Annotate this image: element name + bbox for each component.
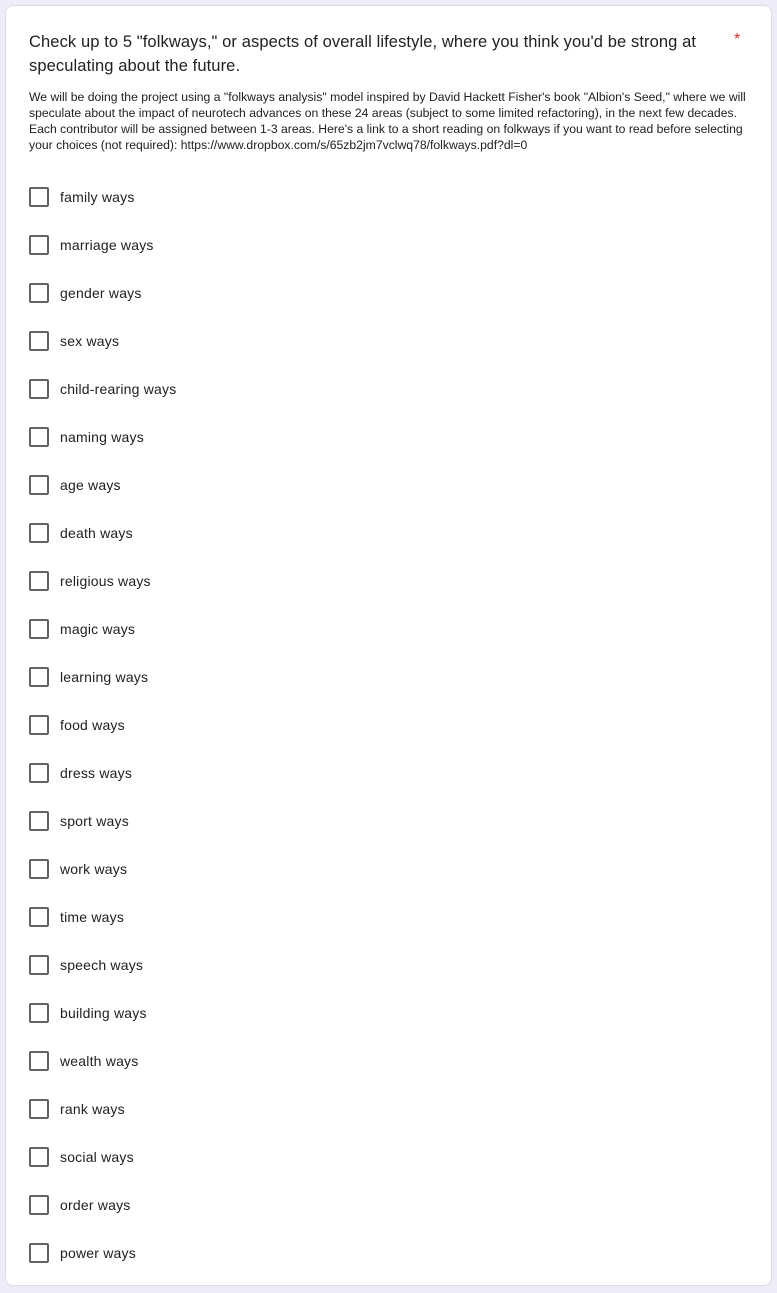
checkbox[interactable] — [29, 187, 49, 207]
checkbox-option-time-ways[interactable]: time ways — [29, 893, 749, 941]
checkbox[interactable] — [29, 379, 49, 399]
option-label: time ways — [60, 909, 125, 925]
checkbox-option-wealth-ways[interactable]: wealth ways — [29, 1037, 749, 1085]
checkbox-option-sport-ways[interactable]: sport ways — [29, 797, 749, 845]
checkbox-option-order-ways[interactable]: order ways — [29, 1181, 749, 1229]
checkbox-option-dress-ways[interactable]: dress ways — [29, 749, 749, 797]
checkbox[interactable] — [29, 1051, 49, 1071]
option-label: marriage ways — [60, 237, 154, 253]
checkbox-option-speech-ways[interactable]: speech ways — [29, 941, 749, 989]
checkbox-option-marriage-ways[interactable]: marriage ways — [29, 221, 749, 269]
option-label: wealth ways — [60, 1053, 139, 1069]
option-label: family ways — [60, 189, 135, 205]
option-label: work ways — [60, 861, 128, 877]
checkbox[interactable] — [29, 523, 49, 543]
checkbox[interactable] — [29, 955, 49, 975]
question-title: Check up to 5 "folkways," or aspects of … — [29, 33, 697, 75]
option-label: social ways — [60, 1149, 134, 1165]
option-label: learning ways — [60, 669, 149, 685]
option-label: food ways — [60, 717, 125, 733]
option-label: sex ways — [60, 333, 120, 349]
option-label: sport ways — [60, 813, 129, 829]
checkbox[interactable] — [29, 1003, 49, 1023]
required-marker: * — [734, 31, 741, 48]
checkbox-option-power-ways[interactable]: power ways — [29, 1229, 749, 1277]
checkbox-option-age-ways[interactable]: age ways — [29, 461, 749, 509]
checkbox[interactable] — [29, 1243, 49, 1263]
checkbox-option-death-ways[interactable]: death ways — [29, 509, 749, 557]
checkbox[interactable] — [29, 763, 49, 783]
checkbox-option-gender-ways[interactable]: gender ways — [29, 269, 749, 317]
checkbox-option-sex-ways[interactable]: sex ways — [29, 317, 749, 365]
option-label: power ways — [60, 1245, 136, 1261]
option-label: child-rearing ways — [60, 381, 177, 397]
option-label: order ways — [60, 1197, 131, 1213]
option-label: religious ways — [60, 573, 151, 589]
checkbox-option-child-rearing-ways[interactable]: child-rearing ways — [29, 365, 749, 413]
checkbox-options-list: family ways marriage ways gender ways se… — [29, 173, 749, 1277]
checkbox-option-magic-ways[interactable]: magic ways — [29, 605, 749, 653]
checkbox-option-learning-ways[interactable]: learning ways — [29, 653, 749, 701]
option-label: death ways — [60, 525, 133, 541]
option-label: building ways — [60, 1005, 147, 1021]
checkbox-option-food-ways[interactable]: food ways — [29, 701, 749, 749]
option-label: speech ways — [60, 957, 144, 973]
option-label: gender ways — [60, 285, 142, 301]
checkbox[interactable] — [29, 907, 49, 927]
checkbox-option-building-ways[interactable]: building ways — [29, 989, 749, 1037]
checkbox-option-family-ways[interactable]: family ways — [29, 173, 749, 221]
checkbox[interactable] — [29, 811, 49, 831]
checkbox[interactable] — [29, 283, 49, 303]
option-label: dress ways — [60, 765, 133, 781]
option-label: magic ways — [60, 621, 136, 637]
checkbox[interactable] — [29, 475, 49, 495]
checkbox-option-religious-ways[interactable]: religious ways — [29, 557, 749, 605]
checkbox[interactable] — [29, 1195, 49, 1215]
checkbox-option-rank-ways[interactable]: rank ways — [29, 1085, 749, 1133]
checkbox-option-work-ways[interactable]: work ways — [29, 845, 749, 893]
option-label: naming ways — [60, 429, 144, 445]
checkbox[interactable] — [29, 667, 49, 687]
checkbox[interactable] — [29, 1099, 49, 1119]
checkbox[interactable] — [29, 427, 49, 447]
checkbox[interactable] — [29, 859, 49, 879]
question-description: We will be doing the project using a "fo… — [29, 90, 746, 152]
checkbox[interactable] — [29, 331, 49, 351]
question-card: Check up to 5 "folkways," or aspects of … — [5, 5, 772, 1286]
checkbox-option-social-ways[interactable]: social ways — [29, 1133, 749, 1181]
checkbox[interactable] — [29, 619, 49, 639]
checkbox[interactable] — [29, 715, 49, 735]
checkbox[interactable] — [29, 571, 49, 591]
checkbox-option-naming-ways[interactable]: naming ways — [29, 413, 749, 461]
option-label: age ways — [60, 477, 121, 493]
checkbox[interactable] — [29, 235, 49, 255]
checkbox[interactable] — [29, 1147, 49, 1167]
option-label: rank ways — [60, 1101, 125, 1117]
